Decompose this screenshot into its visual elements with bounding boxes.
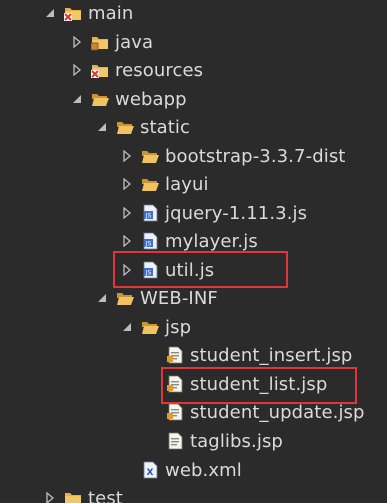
folder-icon (141, 147, 159, 165)
folder-icon (141, 175, 159, 193)
source-folder-error-icon (91, 61, 109, 79)
folder-icon (64, 489, 82, 503)
svg-text:JS: JS (145, 270, 152, 277)
jsp-file-icon (166, 432, 184, 450)
tree-item-label: student_update.jsp (190, 401, 365, 423)
tree-item-main[interactable]: main (44, 0, 133, 26)
source-folder-error-icon (64, 4, 82, 22)
tree-item-label: layui (165, 173, 209, 195)
svg-text:JS: JS (145, 241, 152, 248)
xml-file-icon: X (141, 461, 159, 479)
folder-open-icon (91, 90, 109, 108)
tree-item-label: student_list.jsp (190, 373, 328, 395)
tree-item-label: webapp (115, 88, 187, 110)
tree-item-student-update[interactable]: student_update.jsp (146, 399, 365, 425)
collapsed-arrow-icon[interactable] (121, 149, 133, 163)
collapsed-arrow-icon[interactable] (71, 63, 83, 77)
collapsed-arrow-icon[interactable] (121, 234, 133, 248)
jsp-file-icon (166, 346, 184, 364)
tree-item-java[interactable]: java (71, 29, 153, 55)
tree-item-label: static (140, 116, 191, 138)
js-file-icon: JS (141, 261, 159, 279)
js-file-icon: JS (141, 204, 159, 222)
tree-item-label: student_insert.jsp (190, 344, 353, 366)
jsp-file-icon (166, 403, 184, 421)
tree-item-layui[interactable]: layui (121, 171, 209, 197)
tree-item-mylayer[interactable]: JS mylayer.js (121, 228, 258, 254)
tree-item-label: taglibs.jsp (190, 430, 283, 452)
tree-item-label: web.xml (165, 459, 242, 481)
tree-item-taglibs[interactable]: taglibs.jsp (146, 428, 283, 454)
folder-open-icon (116, 118, 134, 136)
tree-item-label: bootstrap-3.3.7-dist (165, 145, 346, 167)
js-file-icon: JS (141, 232, 159, 250)
tree-item-jquery[interactable]: JS jquery-1.11.3.js (121, 200, 307, 226)
collapsed-arrow-icon[interactable] (44, 491, 56, 503)
expanded-arrow-icon[interactable] (96, 120, 108, 134)
svg-text:JS: JS (145, 213, 152, 220)
folder-open-icon (116, 289, 134, 307)
collapsed-arrow-icon[interactable] (121, 177, 133, 191)
project-explorer-tree: main java resources webapp static bootst… (0, 0, 387, 503)
package-folder-icon (91, 33, 109, 51)
collapsed-arrow-icon[interactable] (121, 263, 133, 277)
tree-item-webapp[interactable]: webapp (71, 86, 187, 112)
collapsed-arrow-icon[interactable] (71, 35, 83, 49)
tree-item-label: util.js (165, 259, 215, 281)
expanded-arrow-icon[interactable] (96, 291, 108, 305)
tree-item-jsp-folder[interactable]: jsp (121, 314, 191, 340)
tree-item-label: test (88, 487, 123, 503)
expanded-arrow-icon[interactable] (44, 6, 56, 20)
tree-item-label: java (115, 31, 154, 53)
tree-item-label: main (88, 2, 134, 24)
tree-item-bootstrap[interactable]: bootstrap-3.3.7-dist (121, 143, 345, 169)
jsp-file-icon (166, 375, 184, 393)
svg-text:X: X (147, 468, 154, 478)
tree-item-label: mylayer.js (165, 230, 258, 252)
tree-item-label: WEB-INF (140, 287, 218, 309)
tree-item-web-xml[interactable]: X web.xml (121, 457, 242, 483)
tree-item-label: jsp (165, 316, 192, 338)
expanded-arrow-icon[interactable] (121, 320, 133, 334)
tree-item-label: jquery-1.11.3.js (165, 202, 308, 224)
tree-item-resources[interactable]: resources (71, 57, 203, 83)
folder-open-icon (141, 318, 159, 336)
tree-item-util-js[interactable]: JS util.js (121, 257, 214, 283)
tree-item-static[interactable]: static (96, 114, 190, 140)
tree-item-student-list[interactable]: student_list.jsp (146, 371, 327, 397)
tree-item-test[interactable]: test (44, 485, 123, 503)
tree-item-web-inf[interactable]: WEB-INF (96, 285, 218, 311)
expanded-arrow-icon[interactable] (71, 92, 83, 106)
collapsed-arrow-icon[interactable] (121, 206, 133, 220)
tree-item-label: resources (115, 59, 204, 81)
tree-item-student-insert[interactable]: student_insert.jsp (146, 342, 352, 368)
